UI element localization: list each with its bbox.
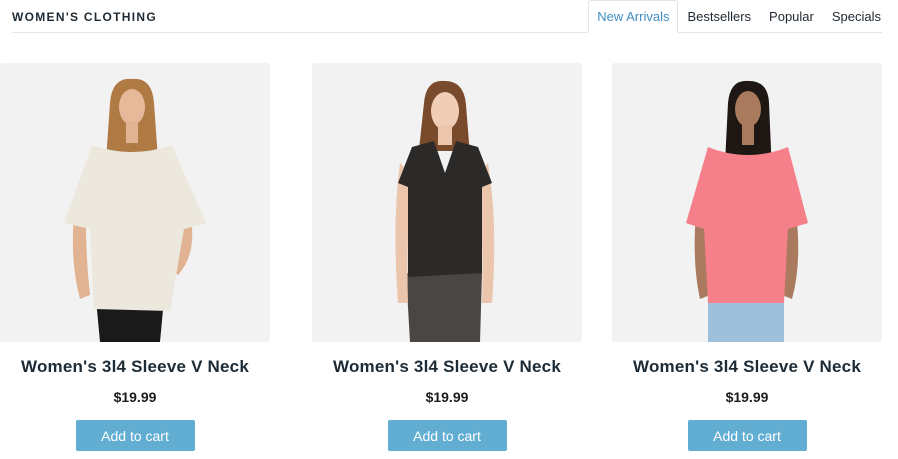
product-price: $19.99 <box>725 389 769 405</box>
add-to-cart-button[interactable]: Add to cart <box>75 420 195 451</box>
product-image[interactable] <box>612 63 882 342</box>
category-tabs: New Arrivals Bestsellers Popular Special… <box>588 0 882 33</box>
product-card: Women's 3l4 Sleeve V Neck $19.99 Add to … <box>0 63 270 451</box>
product-image[interactable] <box>0 63 270 342</box>
product-image[interactable] <box>312 63 582 342</box>
brand-title: WOMEN'S CLOTHING <box>12 10 157 24</box>
model-coral-top-photo <box>686 80 808 342</box>
product-price: $19.99 <box>113 389 157 405</box>
tab-bestsellers[interactable]: Bestsellers <box>678 0 760 32</box>
tab-popular[interactable]: Popular <box>760 0 823 32</box>
site-header: WOMEN'S CLOTHING New Arrivals Bestseller… <box>12 0 882 33</box>
tab-new-arrivals[interactable]: New Arrivals <box>588 0 679 33</box>
add-to-cart-button[interactable]: Add to cart <box>687 420 807 451</box>
product-price: $19.99 <box>425 389 469 405</box>
product-card: Women's 3l4 Sleeve V Neck $19.99 Add to … <box>612 63 882 451</box>
product-title[interactable]: Women's 3l4 Sleeve V Neck <box>612 357 882 377</box>
tab-specials[interactable]: Specials <box>823 0 882 32</box>
product-title[interactable]: Women's 3l4 Sleeve V Neck <box>312 357 582 377</box>
model-cream-top-photo <box>64 78 206 342</box>
product-card: Women's 3l4 Sleeve V Neck $19.99 Add to … <box>312 63 582 451</box>
add-to-cart-button[interactable]: Add to cart <box>387 420 507 451</box>
product-title[interactable]: Women's 3l4 Sleeve V Neck <box>0 357 270 377</box>
model-black-top-photo <box>395 80 495 342</box>
